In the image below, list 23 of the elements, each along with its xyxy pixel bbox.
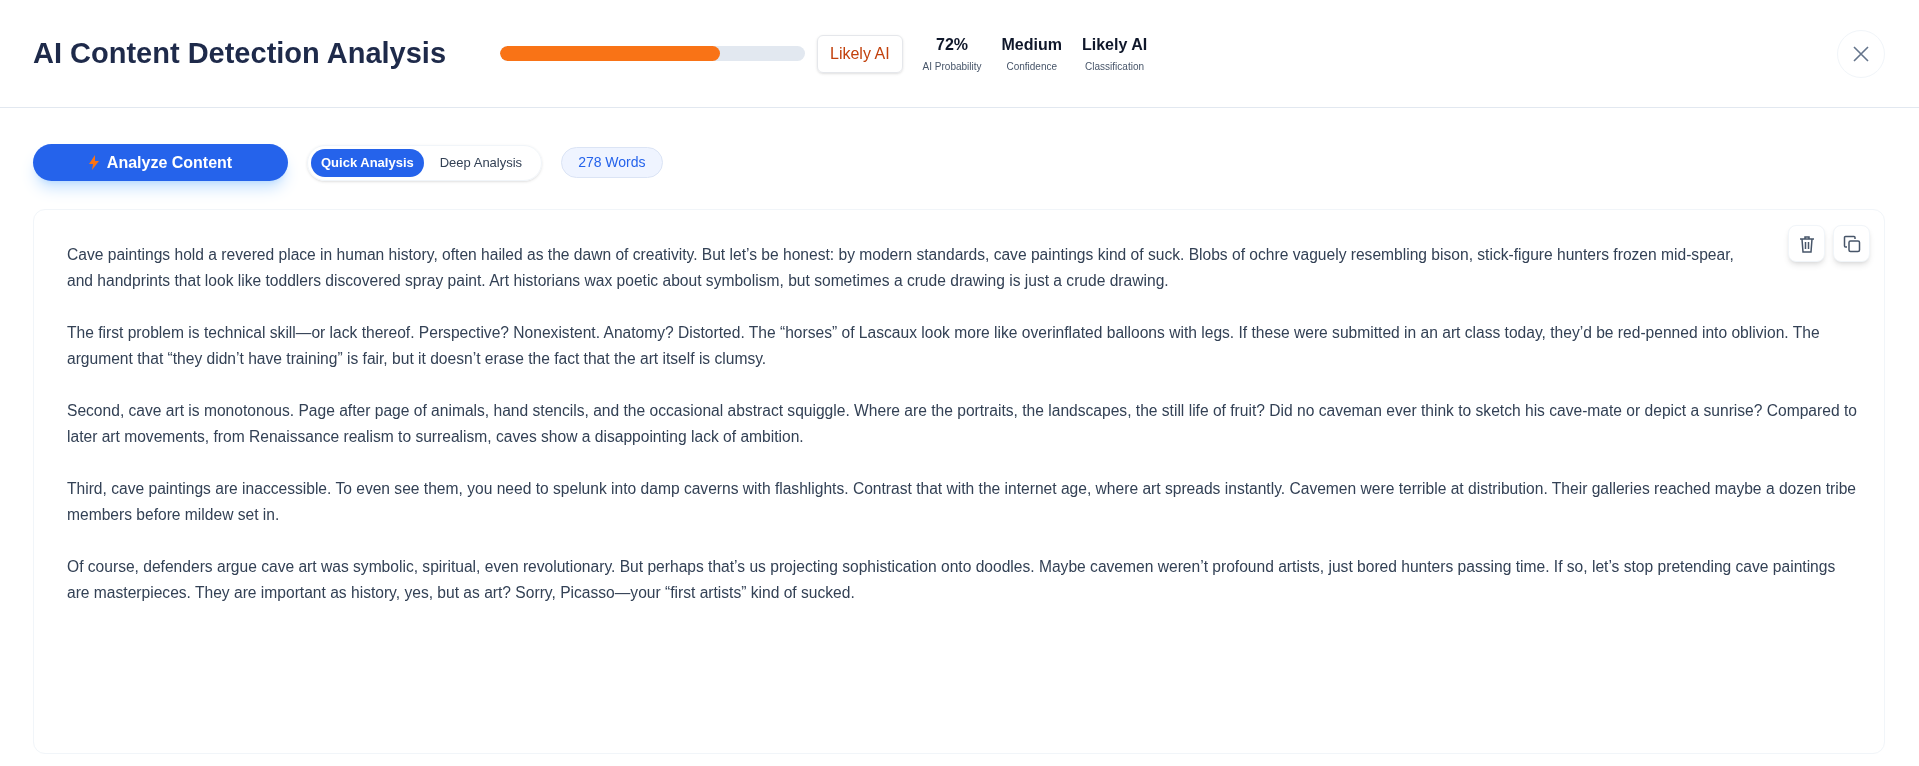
delete-button[interactable] xyxy=(1788,225,1825,262)
paragraph: Second, cave art is monotonous. Page after page of animals, hand stencils, and the occasional abstract squiggle. Where are the portraits, the landscapes, the still life of fruit? Did no caveman ever think to sketch his cave-mate or depict a sunrise? Compared to later art movements, from Renaissance realism to surrealism, caves show a disappointing lack of ambition. xyxy=(67,401,1858,447)
mode-tab[interactable]: Deep Analysis xyxy=(423,148,539,177)
paragraph: Cave paintings hold a revered place in human history, often hailed as the dawn of creativity. But let’s be honest: by modern standards, cave paintings kind of suck. Blobs of ochre vaguely resembling bison, stick-figure hunters frozen mid-spear, and handprints that look like toddlers discovered spray paint. Art historians wax poetic about symbolism, but sometimes a crude drawing is just a crude drawing. xyxy=(67,245,1735,291)
stat-label: AI Probability xyxy=(922,60,982,74)
word-count-badge: 278 Words xyxy=(561,147,663,178)
analyze-button[interactable]: Analyze Content xyxy=(33,144,288,181)
page-title: AI Content Detection Analysis xyxy=(33,35,448,71)
lightning-icon xyxy=(88,155,99,170)
paragraph: Of course, defenders argue cave art was symbolic, spiritual, even revolutionary. But perhaps that’s us projecting sophistication onto doodles. Maybe cavemen weren’t profound artists, just bored hunters passing time. If so, let’s stop pretending cave paintings are masterpieces. They are important as history, yes, but as art? Sorry, Picasso—your “first artists” kind of sucked. xyxy=(67,557,1837,603)
stat-value: Likely AI xyxy=(1081,35,1148,55)
close-icon xyxy=(1852,44,1870,63)
verdict-badge: Likely AI xyxy=(817,34,903,73)
copy-icon xyxy=(1842,234,1861,253)
paragraph: The first problem is technical skill—or lack thereof. Perspective? Nonexistent. Anatomy? Distorted. The “horses” of Lascaux look more like overinflated balloons with legs. If these were submitted in an art class today, they’d be red-penned into oblivion. The argument that “they didn’t have training” is fair, but it doesn’t erase the fact that the art itself is clumsy. xyxy=(67,323,1821,369)
mode-tab[interactable]: Quick Analysis xyxy=(311,148,424,177)
paragraph: Third, cave paintings are inaccessible. To even see them, you need to spelunk into damp caverns with flashlights. Contrast that with the internet age, where art spreads instantly. Cavemen were terrible at distribution. Their galleries reached maybe a dozen tribe members before mildew set in. xyxy=(67,479,1858,525)
stat-label: Confidence xyxy=(1006,60,1058,74)
trash-icon xyxy=(1798,234,1815,253)
stat-value: 72% xyxy=(936,35,969,55)
stat-label: Classification xyxy=(1085,60,1145,74)
copy-button[interactable] xyxy=(1833,225,1870,262)
stat-value: Medium xyxy=(1001,35,1062,55)
